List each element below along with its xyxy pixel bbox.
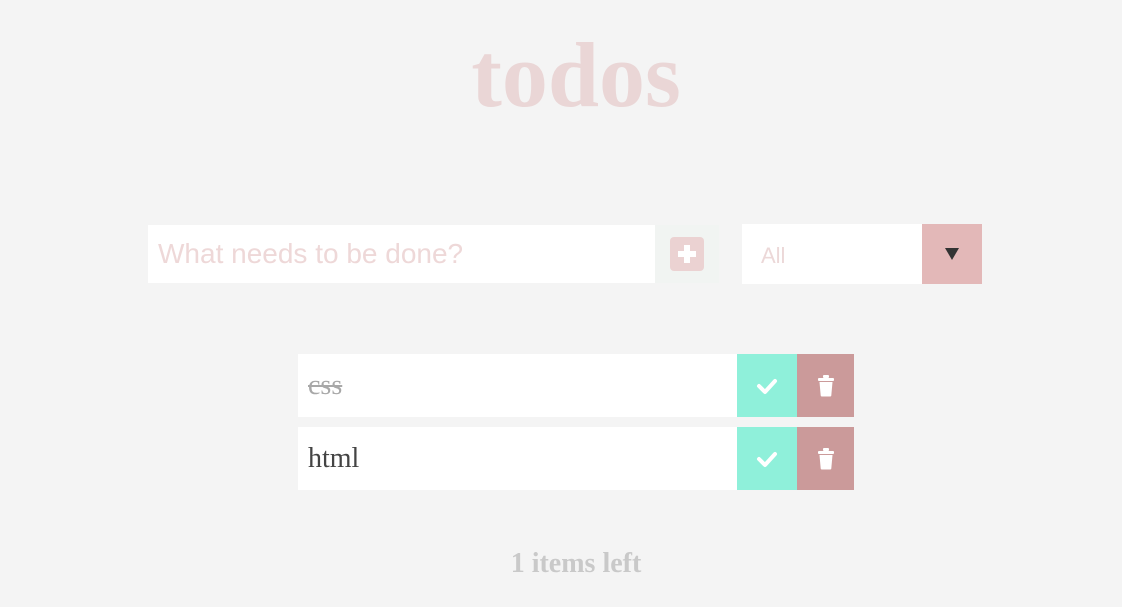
filter-dropdown-button[interactable] (922, 224, 982, 284)
complete-button[interactable] (737, 354, 797, 417)
todo-text: html (308, 443, 360, 474)
triangle-down-icon (945, 248, 959, 260)
trash-icon (817, 374, 834, 396)
delete-button[interactable] (797, 427, 854, 490)
todo-item: html (298, 427, 854, 490)
new-todo-wrapper (148, 225, 655, 283)
filter-select[interactable]: All (742, 224, 982, 284)
checkmark-icon (757, 451, 777, 467)
plus-icon (670, 237, 704, 271)
app-title: todos (471, 24, 681, 126)
todo-item: css (298, 354, 854, 417)
todo-app: todos All css (0, 0, 1122, 607)
checkmark-icon (757, 378, 777, 394)
filter-selected-value: All (761, 243, 786, 268)
trash-icon (817, 447, 834, 469)
complete-button[interactable] (737, 427, 797, 490)
add-todo-button[interactable] (655, 225, 719, 283)
delete-button[interactable] (797, 354, 854, 417)
todo-list: css html (298, 354, 854, 500)
todo-text: css (308, 370, 343, 401)
new-todo-input[interactable] (148, 225, 655, 283)
items-left-count: 1 items left (510, 548, 642, 579)
